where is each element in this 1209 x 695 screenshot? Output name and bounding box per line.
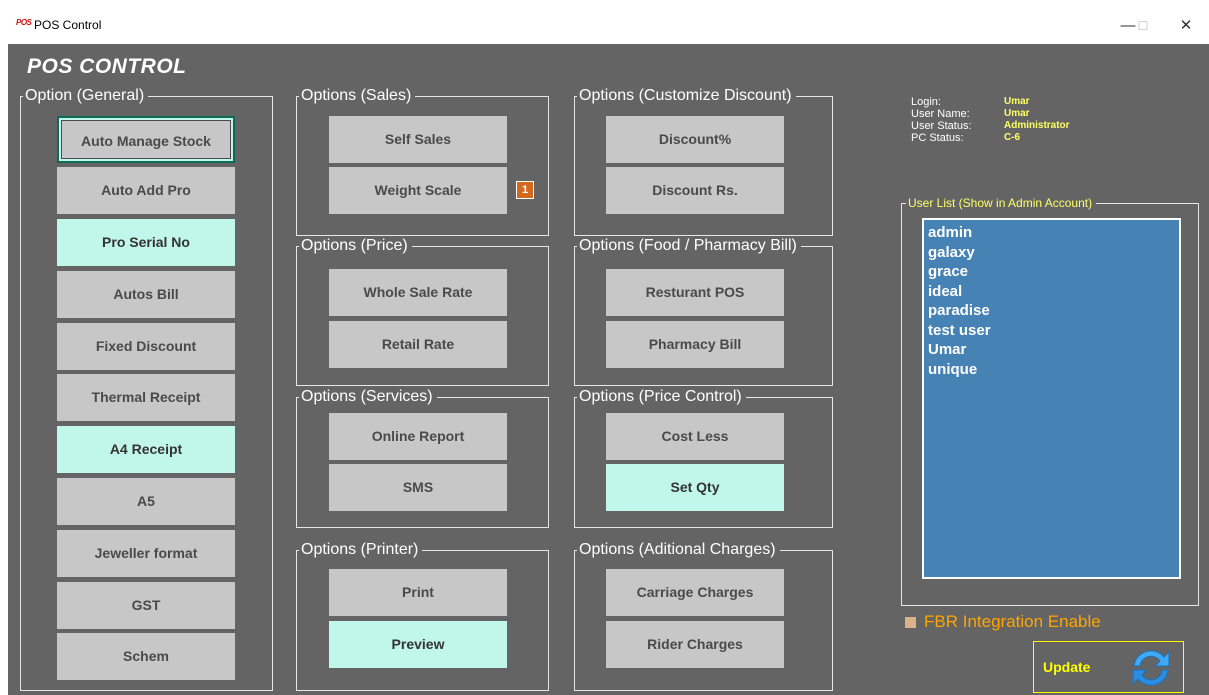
list-item[interactable]: galaxy (928, 243, 1175, 263)
whole-sale-rate-button[interactable]: Whole Sale Rate (329, 269, 507, 316)
sms-button[interactable]: SMS (329, 464, 507, 511)
cost-less-button[interactable]: Cost Less (606, 413, 784, 460)
group-title: Options (Food / Pharmacy Bill) (577, 237, 801, 255)
list-item[interactable]: paradise (928, 301, 1175, 321)
jeweller-format-button[interactable]: Jeweller format (57, 530, 235, 577)
login-info: Login: Umar User Name: Umar User Status: Ad… (911, 96, 1070, 144)
fbr-integration-label: FBR Integration Enable (924, 612, 1101, 631)
rider-charges-button[interactable]: Rider Charges (606, 621, 784, 668)
schem-button[interactable]: Schem (57, 633, 235, 680)
user-status-label: User Status: (911, 120, 972, 132)
user-list-title: User List (Show in Admin Account) (906, 196, 1097, 210)
discount-percent-button[interactable]: Discount% (606, 116, 784, 163)
group-title: Options (Sales) (299, 87, 416, 105)
auto-manage-stock-button[interactable]: Auto Manage Stock (57, 116, 235, 163)
set-qty-button[interactable]: Set Qty (606, 464, 784, 511)
list-item[interactable]: test user (928, 321, 1175, 341)
username-value: Umar (1004, 108, 1030, 119)
title-bar: POS POS Control — ☐ ✕ (8, 8, 1209, 44)
pc-status-label: PC Status: (911, 132, 964, 144)
retail-rate-button[interactable]: Retail Rate (329, 321, 507, 368)
print-button[interactable]: Print (329, 569, 507, 616)
list-item[interactable]: admin (928, 223, 1175, 243)
carriage-charges-button[interactable]: Carriage Charges (606, 569, 784, 616)
group-price-control: Options (Price Control) Cost Less Set Qt… (574, 388, 833, 528)
group-food-pharmacy: Options (Food / Pharmacy Bill) Resturant… (574, 237, 833, 386)
username-label: User Name: (911, 108, 970, 120)
weight-scale-button[interactable]: Weight Scale (329, 167, 507, 214)
list-item[interactable]: unique (928, 360, 1175, 380)
pro-serial-no-button[interactable]: Pro Serial No (57, 219, 235, 266)
main-panel: POS CONTROL Option (General) Auto Manage… (8, 44, 1209, 695)
group-title: Options (Price Control) (577, 388, 746, 406)
update-button[interactable]: Update (1033, 641, 1184, 693)
group-printer: Options (Printer) Print Preview (296, 541, 549, 691)
list-item[interactable]: ideal (928, 282, 1175, 302)
window-title: POS Control (34, 18, 102, 32)
group-title: Options (Customize Discount) (577, 87, 796, 105)
weight-scale-badge: 1 (516, 181, 534, 199)
group-title: Options (Services) (299, 388, 437, 406)
login-value: Umar (1004, 96, 1030, 107)
group-general: Option (General) Auto Manage Stock Auto … (20, 87, 273, 691)
a4-receipt-button[interactable]: A4 Receipt (57, 426, 235, 473)
user-status-value: Administrator (1004, 120, 1070, 131)
update-label: Update (1043, 659, 1091, 675)
refresh-icon (1132, 650, 1170, 686)
user-list[interactable]: admin galaxy grace ideal paradise test u… (922, 218, 1181, 579)
maximize-button[interactable]: ☐ (1123, 14, 1163, 38)
checkbox-icon[interactable] (905, 616, 916, 628)
group-title: Options (Aditional Charges) (577, 541, 780, 559)
thermal-receipt-button[interactable]: Thermal Receipt (57, 374, 235, 421)
group-sales: Options (Sales) Self Sales Weight Scale … (296, 87, 549, 236)
auto-add-pro-button[interactable]: Auto Add Pro (57, 167, 235, 214)
self-sales-button[interactable]: Self Sales (329, 116, 507, 163)
group-title: Options (Printer) (299, 541, 423, 559)
fbr-integration-checkbox[interactable]: FBR Integration Enable (905, 612, 1101, 632)
page-title: POS CONTROL (27, 55, 187, 78)
online-report-button[interactable]: Online Report (329, 413, 507, 460)
list-item[interactable]: Umar (928, 340, 1175, 360)
close-button[interactable]: ✕ (1166, 14, 1206, 38)
group-services: Options (Services) Online Report SMS (296, 388, 549, 528)
discount-rs-button[interactable]: Discount Rs. (606, 167, 784, 214)
app-logo-icon: POS (16, 18, 32, 27)
group-price: Options (Price) Whole Sale Rate Retail R… (296, 237, 549, 386)
group-title: Options (Price) (299, 237, 412, 255)
list-item[interactable]: grace (928, 262, 1175, 282)
preview-button[interactable]: Preview (329, 621, 507, 668)
group-additional-charges: Options (Aditional Charges) Carriage Cha… (574, 541, 833, 691)
resturant-pos-button[interactable]: Resturant POS (606, 269, 784, 316)
pharmacy-bill-button[interactable]: Pharmacy Bill (606, 321, 784, 368)
autos-bill-button[interactable]: Autos Bill (57, 271, 235, 318)
login-label: Login: (911, 96, 941, 108)
pc-status-value: C-6 (1004, 132, 1021, 143)
group-customize-discount: Options (Customize Discount) Discount% D… (574, 87, 833, 236)
user-list-group: User List (Show in Admin Account) admin … (901, 196, 1199, 606)
a5-button[interactable]: A5 (57, 478, 235, 525)
group-title: Option (General) (23, 87, 149, 105)
fixed-discount-button[interactable]: Fixed Discount (57, 323, 235, 370)
gst-button[interactable]: GST (57, 582, 235, 629)
